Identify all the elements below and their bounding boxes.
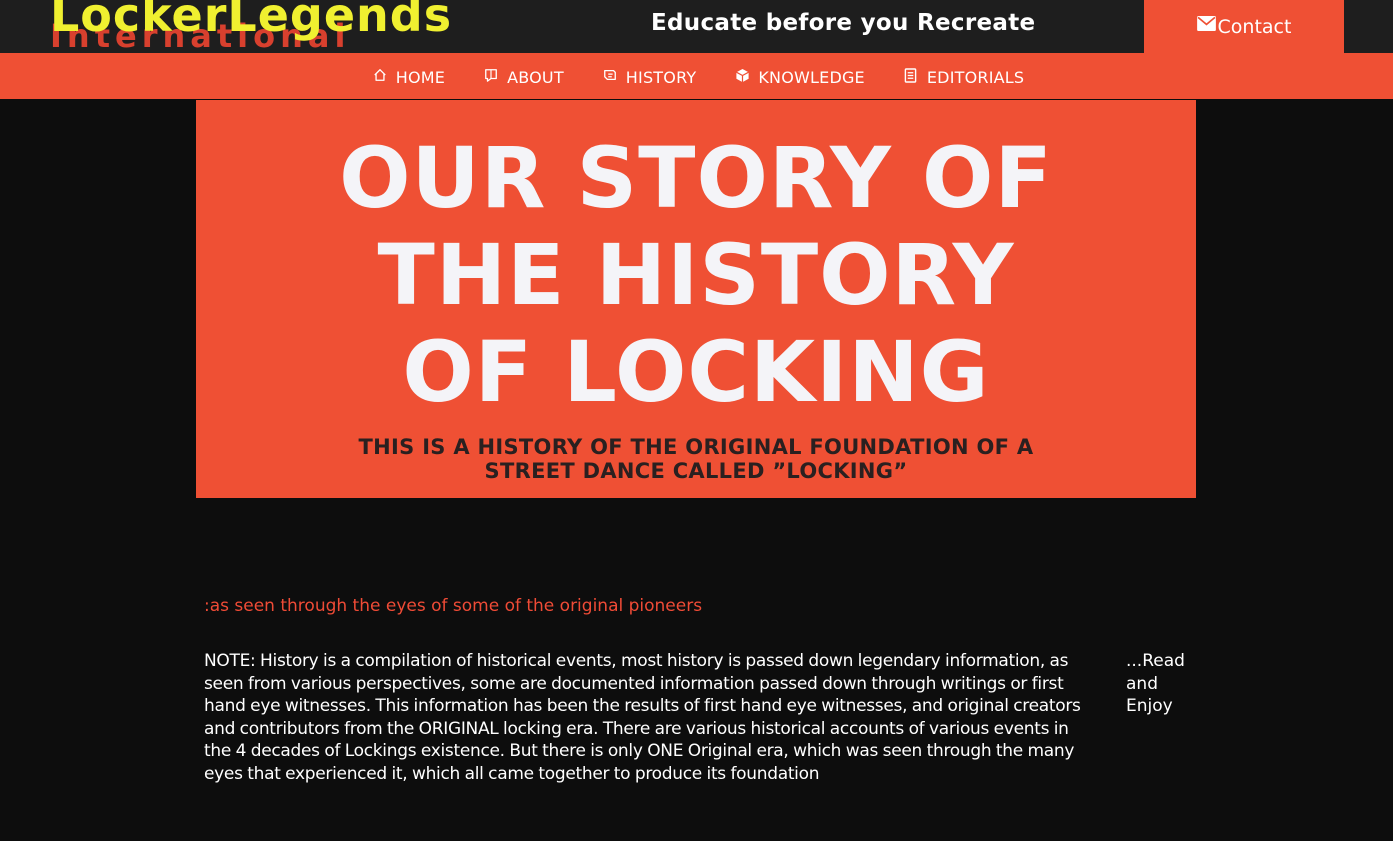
hero-title: OUR STORY OF THE HISTORY OF LOCKING xyxy=(196,130,1196,421)
nav-item-knowledge[interactable]: KNOWLEDGE xyxy=(734,68,865,87)
logo-main-text: LockerLegends xyxy=(50,0,453,42)
nav-item-editorials[interactable]: EDITORIALS xyxy=(903,68,1024,87)
contact-label: Contact xyxy=(1217,15,1292,38)
site-tagline: Educate before you Recreate xyxy=(651,10,1036,36)
nav-label-about: ABOUT xyxy=(507,67,564,87)
nav-label-history: HISTORY xyxy=(625,67,697,87)
book-icon xyxy=(483,67,499,83)
hero-banner: OUR STORY OF THE HISTORY OF LOCKING THIS… xyxy=(196,100,1196,498)
site-logo[interactable]: LockerLegends International xyxy=(50,0,550,54)
main-nav: HOME ABOUT HISTORY KNOWLEDGE EDITORIALS xyxy=(0,53,1393,99)
nav-label-editorials: EDITORIALS xyxy=(926,67,1025,87)
contact-button[interactable]: Contact xyxy=(1144,0,1344,53)
mail-icon xyxy=(1196,16,1216,31)
document-icon xyxy=(903,67,919,83)
hero-subtitle: THIS IS A HISTORY OF THE ORIGINAL FOUNDA… xyxy=(358,435,1034,483)
nav-label-knowledge: KNOWLEDGE xyxy=(758,67,865,87)
cube-icon xyxy=(734,67,750,83)
nav-item-home[interactable]: HOME xyxy=(372,68,445,87)
history-icon xyxy=(602,67,618,83)
nav-item-history[interactable]: HISTORY xyxy=(602,68,697,87)
read-and-enjoy-text: ...Read and Enjoy xyxy=(1126,651,1185,716)
nav-item-about[interactable]: ABOUT xyxy=(483,68,564,87)
home-icon xyxy=(372,67,388,83)
history-note-paragraph: NOTE: History is a compilation of histor… xyxy=(204,651,1081,784)
nav-label-home: HOME xyxy=(395,67,446,87)
hero-title-line-1: OUR STORY OF xyxy=(339,129,1053,227)
hero-title-line-3: OF LOCKING xyxy=(402,323,990,421)
hero-title-line-2: THE HISTORY xyxy=(377,226,1015,324)
pioneers-caption: :as seen through the eyes of some of the… xyxy=(204,596,703,616)
top-header: LockerLegends International Educate befo… xyxy=(0,0,1393,53)
